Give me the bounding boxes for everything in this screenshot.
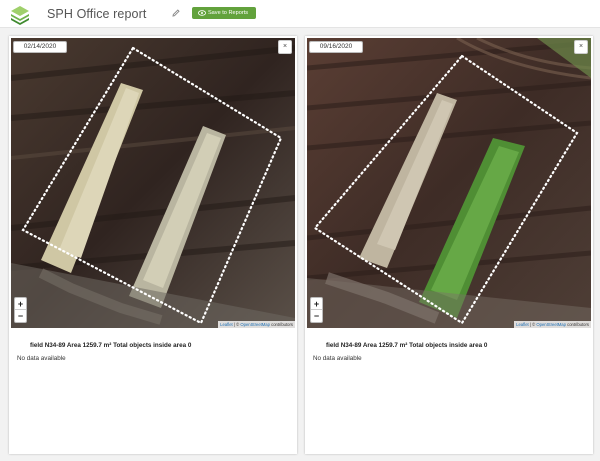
status-text: No data available bbox=[17, 355, 66, 362]
aerial-image bbox=[11, 38, 295, 328]
map-attribution: Leaflet | © OpenStreetMap contributors bbox=[514, 321, 591, 328]
osm-link[interactable]: OpenStreetMap bbox=[240, 322, 270, 327]
field-info: field N34-89 Area 1259.7 m² Total object… bbox=[326, 342, 488, 349]
zoom-out-button[interactable]: − bbox=[311, 310, 322, 322]
field-info: field N34-89 Area 1259.7 m² Total object… bbox=[30, 342, 192, 349]
zoom-in-button[interactable]: + bbox=[15, 298, 26, 310]
leaflet-link[interactable]: Leaflet bbox=[220, 322, 233, 327]
layers-logo-icon bbox=[11, 6, 29, 25]
zoom-out-button[interactable]: − bbox=[15, 310, 26, 322]
attribution-suffix: contributors bbox=[565, 322, 589, 327]
zoom-control: + − bbox=[310, 297, 323, 323]
attribution-suffix: contributors bbox=[269, 322, 293, 327]
page-title: SPH Office report bbox=[47, 7, 147, 21]
close-icon[interactable]: × bbox=[278, 40, 292, 54]
leaflet-link[interactable]: Leaflet bbox=[516, 322, 529, 327]
date-badge: 09/16/2020 bbox=[309, 41, 363, 53]
osm-link[interactable]: OpenStreetMap bbox=[536, 322, 566, 327]
eye-icon bbox=[198, 10, 206, 16]
map-view[interactable]: 09/16/2020 × + − Leaflet | © OpenStreetM… bbox=[307, 38, 591, 328]
map-attribution: Leaflet | © OpenStreetMap contributors bbox=[218, 321, 295, 328]
status-text: No data available bbox=[313, 355, 362, 362]
zoom-in-button[interactable]: + bbox=[311, 298, 322, 310]
zoom-control: + − bbox=[14, 297, 27, 323]
map-view[interactable]: 02/14/2020 × + − Leaflet | © OpenStreetM… bbox=[11, 38, 295, 328]
report-panel-2: 09/16/2020 × + − Leaflet | © OpenStreetM… bbox=[305, 36, 593, 454]
close-icon[interactable]: × bbox=[574, 40, 588, 54]
save-to-reports-button[interactable]: Save to Reports bbox=[192, 7, 256, 19]
report-panel-1: 02/14/2020 × + − Leaflet | © OpenStreetM… bbox=[9, 36, 297, 454]
app-header: SPH Office report Save to Reports bbox=[0, 0, 600, 28]
aerial-image bbox=[307, 38, 591, 328]
save-button-label: Save to Reports bbox=[207, 10, 249, 16]
date-badge: 02/14/2020 bbox=[13, 41, 67, 53]
pencil-icon[interactable] bbox=[171, 8, 181, 18]
